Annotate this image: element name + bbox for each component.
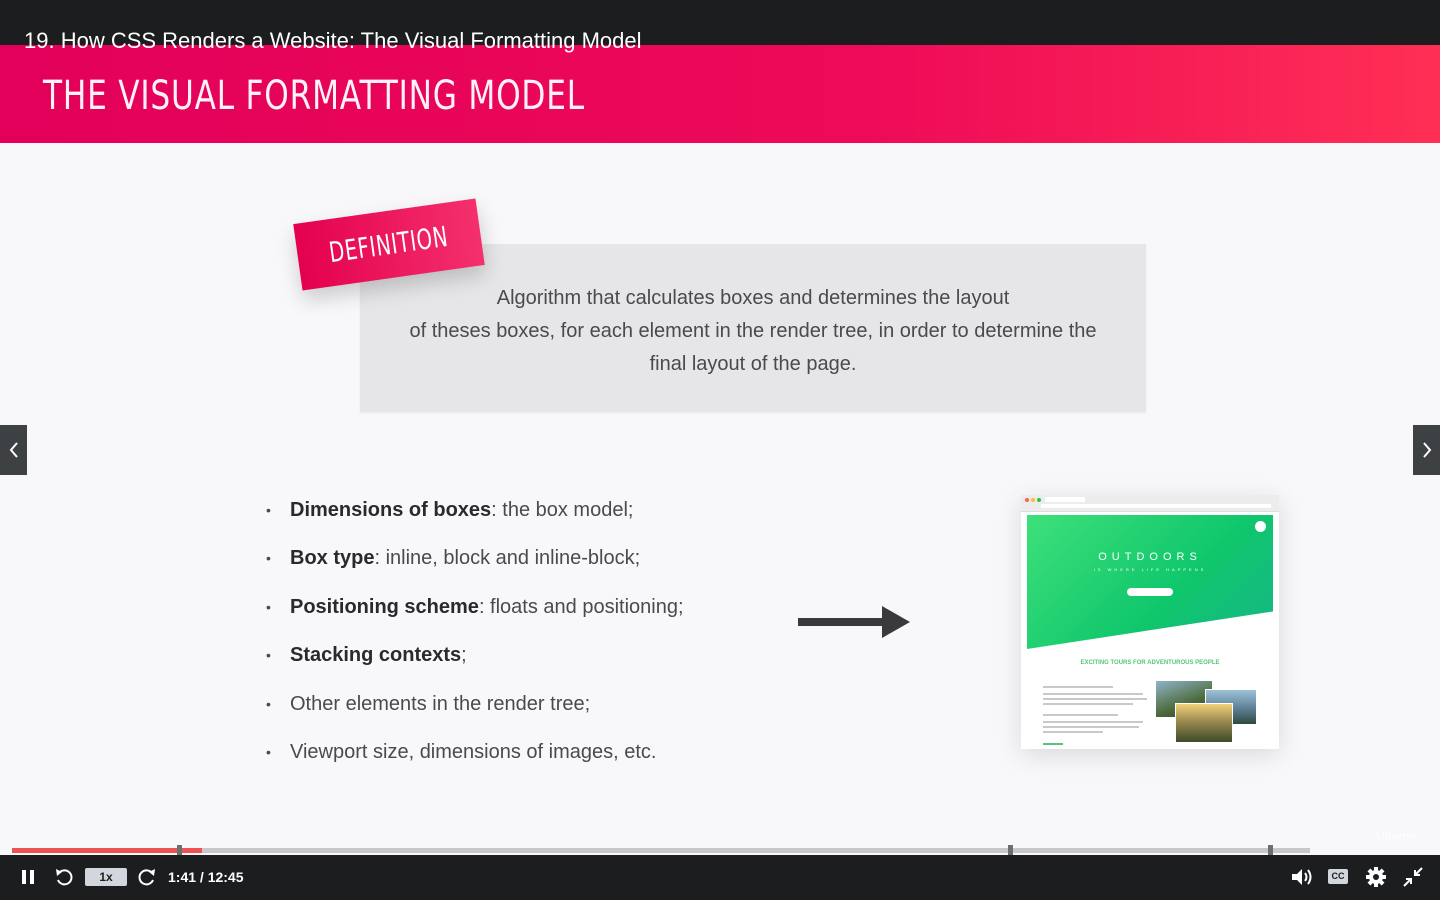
preview-text-line — [1043, 731, 1103, 733]
preview-text-line — [1043, 693, 1143, 695]
volume-icon[interactable] — [1290, 866, 1314, 888]
definition-line: final layout of the page. — [649, 353, 857, 375]
bullet-item: Positioning scheme: floats and positioni… — [266, 587, 684, 635]
preview-cta-button — [1127, 588, 1173, 596]
preview-text-line — [1043, 686, 1113, 688]
definition-line: Algorithm that calculates boxes and dete… — [496, 287, 1010, 309]
preview-text-line — [1043, 698, 1147, 700]
lecture-title: 19. How CSS Renders a Website: The Visua… — [24, 28, 642, 53]
preview-photo — [1175, 703, 1233, 743]
progress-bar[interactable] — [12, 845, 1310, 855]
bullet-item: Viewport size, dimensions of images, etc… — [266, 732, 684, 780]
bullet-bold: Stacking contexts — [290, 644, 462, 667]
bullet-item: Stacking contexts; — [266, 635, 684, 683]
next-lecture-button[interactable] — [1413, 425, 1440, 475]
preview-text-line — [1043, 703, 1133, 705]
chapter-marker — [1008, 845, 1014, 855]
bullet-text: ; — [461, 644, 467, 667]
exit-fullscreen-icon[interactable] — [1402, 866, 1424, 888]
chevron-right-icon — [1422, 442, 1431, 458]
right-arrow-icon — [798, 606, 910, 638]
gear-icon[interactable] — [1365, 866, 1387, 888]
preview-link — [1043, 743, 1063, 745]
pause-button[interactable] — [19, 866, 37, 888]
preview-text-line — [1043, 721, 1143, 723]
preview-brand: OUTDOORS — [1098, 551, 1202, 563]
slide-banner: THE VISUAL FORMATTING MODEL — [0, 45, 1440, 143]
time-readout: 1:41 / 12:45 — [168, 869, 244, 885]
preview-tagline: IS WHERE LIFE HAPPENS — [1093, 567, 1207, 572]
preview-section-heading: EXCITING TOURS FOR ADVENTUROUS PEOPLE — [1080, 660, 1220, 666]
bullet-text: : inline, block and inline-block; — [374, 547, 641, 570]
chapter-marker — [177, 845, 183, 855]
preview-hero — [1027, 515, 1273, 649]
preview-nav-icon — [1255, 521, 1266, 532]
browser-tab — [1045, 497, 1085, 502]
website-preview-screenshot: OUTDOORS IS WHERE LIFE HAPPENS EXCITING … — [1021, 495, 1279, 749]
chapter-marker — [1267, 845, 1273, 855]
bullet-text: Other elements in the render tree; — [290, 692, 591, 715]
udemy-watermark: Udemy — [1376, 829, 1417, 843]
slide-heading: THE VISUAL FORMATTING MODEL — [43, 73, 585, 119]
captions-button[interactable]: CC — [1328, 869, 1348, 884]
bullet-text: : floats and positioning; — [478, 595, 684, 618]
browser-chrome — [1021, 495, 1279, 512]
playback-speed-button[interactable]: 1x — [85, 868, 127, 886]
progress-fill — [12, 848, 202, 853]
previous-lecture-button[interactable] — [0, 425, 27, 475]
forward-button[interactable] — [136, 866, 158, 888]
rewind-button[interactable] — [53, 866, 75, 888]
bullet-item: Box type: inline, block and inline-block… — [266, 538, 684, 586]
window-minimize-dot — [1031, 498, 1035, 502]
definition-text: Algorithm that calculates boxes and dete… — [360, 282, 1146, 381]
browser-address-bar — [1041, 504, 1271, 508]
bullet-bold: Dimensions of boxes — [290, 499, 492, 521]
bullet-bold: Box type — [290, 547, 375, 570]
definition-line: of theses boxes, for each element in the… — [409, 320, 1097, 342]
bullet-item: Other elements in the render tree; — [266, 684, 684, 732]
preview-text-line — [1043, 726, 1139, 728]
definition-box: Algorithm that calculates boxes and dete… — [360, 244, 1146, 412]
chevron-left-icon — [9, 442, 18, 458]
bullet-bold: Positioning scheme — [290, 595, 479, 618]
bullet-list: Dimensions of boxes: the box model; Box … — [266, 490, 684, 780]
bullet-text: Viewport size, dimensions of images, etc… — [290, 740, 657, 763]
bullet-text: : the box model; — [491, 499, 634, 521]
bullet-item: Dimensions of boxes: the box model; — [266, 490, 684, 538]
window-maximize-dot — [1037, 498, 1041, 502]
definition-tag-label: DEFINITION — [327, 219, 451, 270]
window-close-dot — [1025, 498, 1029, 502]
preview-text-line — [1043, 714, 1118, 716]
